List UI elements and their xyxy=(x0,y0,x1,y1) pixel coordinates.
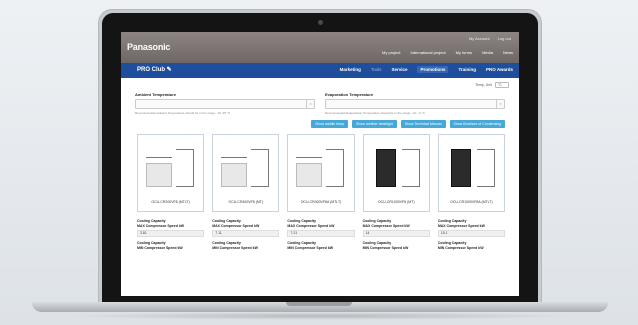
unit-drawing xyxy=(294,147,348,193)
main-nav: Marketing Tools Service Promotions Train… xyxy=(340,66,513,73)
top-nav-international-project[interactable]: International project xyxy=(410,50,445,55)
evaporation-field-group: Evaporation Temperature × Recommended Ev… xyxy=(325,92,505,115)
product-card[interactable]: OCU-CR400VF8 (MT) Cooling Capacity MAX C… xyxy=(212,134,280,250)
ambient-temperature-input[interactable]: × xyxy=(135,99,315,109)
product-thumbnail[interactable]: OCU-CR400VF8 (MT) xyxy=(212,134,280,212)
laptop-notch xyxy=(286,302,352,306)
top-nav-media[interactable]: Media xyxy=(482,50,493,55)
nav-training[interactable]: Training xyxy=(458,67,476,73)
cooling-capacity-min-label: Cooling Capacity MIN Compressor Speed kW xyxy=(287,241,334,250)
cooling-capacity-max-value: 3.81 xyxy=(137,230,205,237)
unit-drawing xyxy=(144,147,198,193)
cooling-capacity-max-value: 15.1 xyxy=(437,230,506,237)
cooling-capacity-max-label: Cooling Capacity MAX Compressor Speed kW xyxy=(437,219,485,228)
model-name: OCU-CR1000VF8A (MTLT) xyxy=(450,200,493,204)
clear-evaporation-icon[interactable]: × xyxy=(496,100,504,108)
my-account-link[interactable]: My Account xyxy=(469,36,490,41)
show-middle-temp-button[interactable]: Show middle temp xyxy=(311,120,349,128)
model-name: OCU-CR200VF8 (MTLT) xyxy=(151,200,190,204)
unit-drawing xyxy=(370,147,424,193)
evaporation-temperature-input[interactable]: × xyxy=(325,99,505,109)
utility-links: My Account Log out xyxy=(469,36,511,41)
product-card[interactable]: OCU-CR1000VF8A (MTLT) Cooling Capacity M… xyxy=(437,134,506,250)
action-buttons: Show middle temp Show another heatsight … xyxy=(135,120,505,128)
ambient-hint: Recommended ambient Temperature should b… xyxy=(135,111,231,115)
cooling-capacity-max-label: Cooling Capacity MAX Compressor Speed kW xyxy=(212,219,260,228)
nav-promotions[interactable]: Promotions xyxy=(417,66,449,73)
product-card[interactable]: OCU-CR400VF8A (MTLT) Cooling Capacity MA… xyxy=(287,134,355,250)
cooling-capacity-max-label: Cooling Capacity MAX Compressor Speed kW xyxy=(362,219,410,228)
unit-drawing xyxy=(219,147,273,193)
model-name: OCU-CR400VF8A (MTLT) xyxy=(300,200,342,204)
main-nav-bar: PRO Club ✎ Marketing Tools Service Promo… xyxy=(121,63,519,78)
nav-service[interactable]: Service xyxy=(391,67,407,73)
product-thumbnail[interactable]: OCU-CR400VF8A (MTLT) xyxy=(287,134,355,212)
logout-link[interactable]: Log out xyxy=(498,36,511,41)
unit-drawing xyxy=(445,147,499,193)
top-nav-my-project[interactable]: My project xyxy=(382,50,400,55)
ambient-label: Ambient Temperature xyxy=(135,92,177,97)
show-technical-manual-button[interactable]: Show Technical Manual xyxy=(400,120,446,128)
product-thumbnail[interactable]: OCU-CR1000VF8 (MT) xyxy=(362,134,430,212)
cooling-capacity-min-label: Cooling Capacity MIN Compressor Speed kW xyxy=(437,241,484,250)
cooling-capacity-max-value: 7.11 xyxy=(212,230,280,237)
pro-club-title[interactable]: PRO Club ✎ xyxy=(137,66,172,73)
top-nav-news[interactable]: News xyxy=(503,50,513,55)
model-name: OCU-CR400VF8 (MT) xyxy=(228,200,264,204)
product-thumbnail[interactable]: OCU-CR200VF8 (MTLT) xyxy=(137,134,205,212)
nav-tools[interactable]: Tools xyxy=(371,67,382,73)
top-nav: My project International project My form… xyxy=(382,50,513,55)
webcam-icon xyxy=(318,20,323,25)
product-card[interactable]: OCU-CR200VF8 (MTLT) Cooling Capacity MAX… xyxy=(137,134,205,250)
site-header: Panasonic My Account Log out My project … xyxy=(121,32,519,63)
cooling-capacity-max-value: 14 xyxy=(362,230,430,237)
product-cards: OCU-CR200VF8 (MTLT) Cooling Capacity MAX… xyxy=(135,134,506,250)
selector-content: Temp. Unit °C Ambient Temperature × Reco… xyxy=(121,78,519,250)
temperature-fields: Ambient Temperature × Recommended ambien… xyxy=(135,92,505,115)
cooling-capacity-min-label: Cooling Capacity MIN Compressor Speed kW xyxy=(212,241,258,250)
product-card[interactable]: OCU-CR1000VF8 (MT) Cooling Capacity MAX … xyxy=(362,134,430,250)
show-brochure-button[interactable]: Show Brochure of Condensing xyxy=(449,120,505,128)
laptop-screen: Panasonic My Account Log out My project … xyxy=(121,32,519,296)
show-another-heatsight-button[interactable]: Show another heatsight xyxy=(352,120,397,128)
nav-pro-awards[interactable]: PRO Awards xyxy=(486,67,513,73)
model-name: OCU-CR1000VF8 (MT) xyxy=(377,200,415,204)
laptop-shadow xyxy=(60,312,580,320)
cooling-capacity-max-label: Cooling Capacity MAX Compressor Speed kW xyxy=(287,219,335,228)
cooling-capacity-max-label: Cooling Capacity MAX Compressor Speed kW xyxy=(137,219,185,228)
temp-unit-control: Temp. Unit °C xyxy=(475,82,509,88)
temp-unit-select[interactable]: °C xyxy=(495,82,509,88)
ambient-field-group: Ambient Temperature × Recommended ambien… xyxy=(135,92,315,115)
cooling-capacity-min-label: Cooling Capacity MIN Compressor Speed kW xyxy=(137,241,183,250)
temp-unit-label: Temp. Unit xyxy=(475,83,492,87)
cooling-capacity-min-label: Cooling Capacity MIN Compressor Speed kW xyxy=(362,241,409,250)
clear-ambient-icon[interactable]: × xyxy=(306,100,314,108)
product-thumbnail[interactable]: OCU-CR1000VF8A (MTLT) xyxy=(437,134,506,212)
evaporation-label: Evaporation Temperature xyxy=(325,92,374,97)
panasonic-logo[interactable]: Panasonic xyxy=(127,42,170,52)
top-nav-my-forms[interactable]: My forms xyxy=(456,50,472,55)
cooling-capacity-max-value: 7.21 xyxy=(287,230,355,237)
evaporation-hint: Recommended Evaporation Temperature shou… xyxy=(325,111,425,115)
pro-club-label: PRO Club xyxy=(137,67,165,73)
nav-marketing[interactable]: Marketing xyxy=(340,67,361,73)
wrench-icon: ✎ xyxy=(166,67,172,73)
